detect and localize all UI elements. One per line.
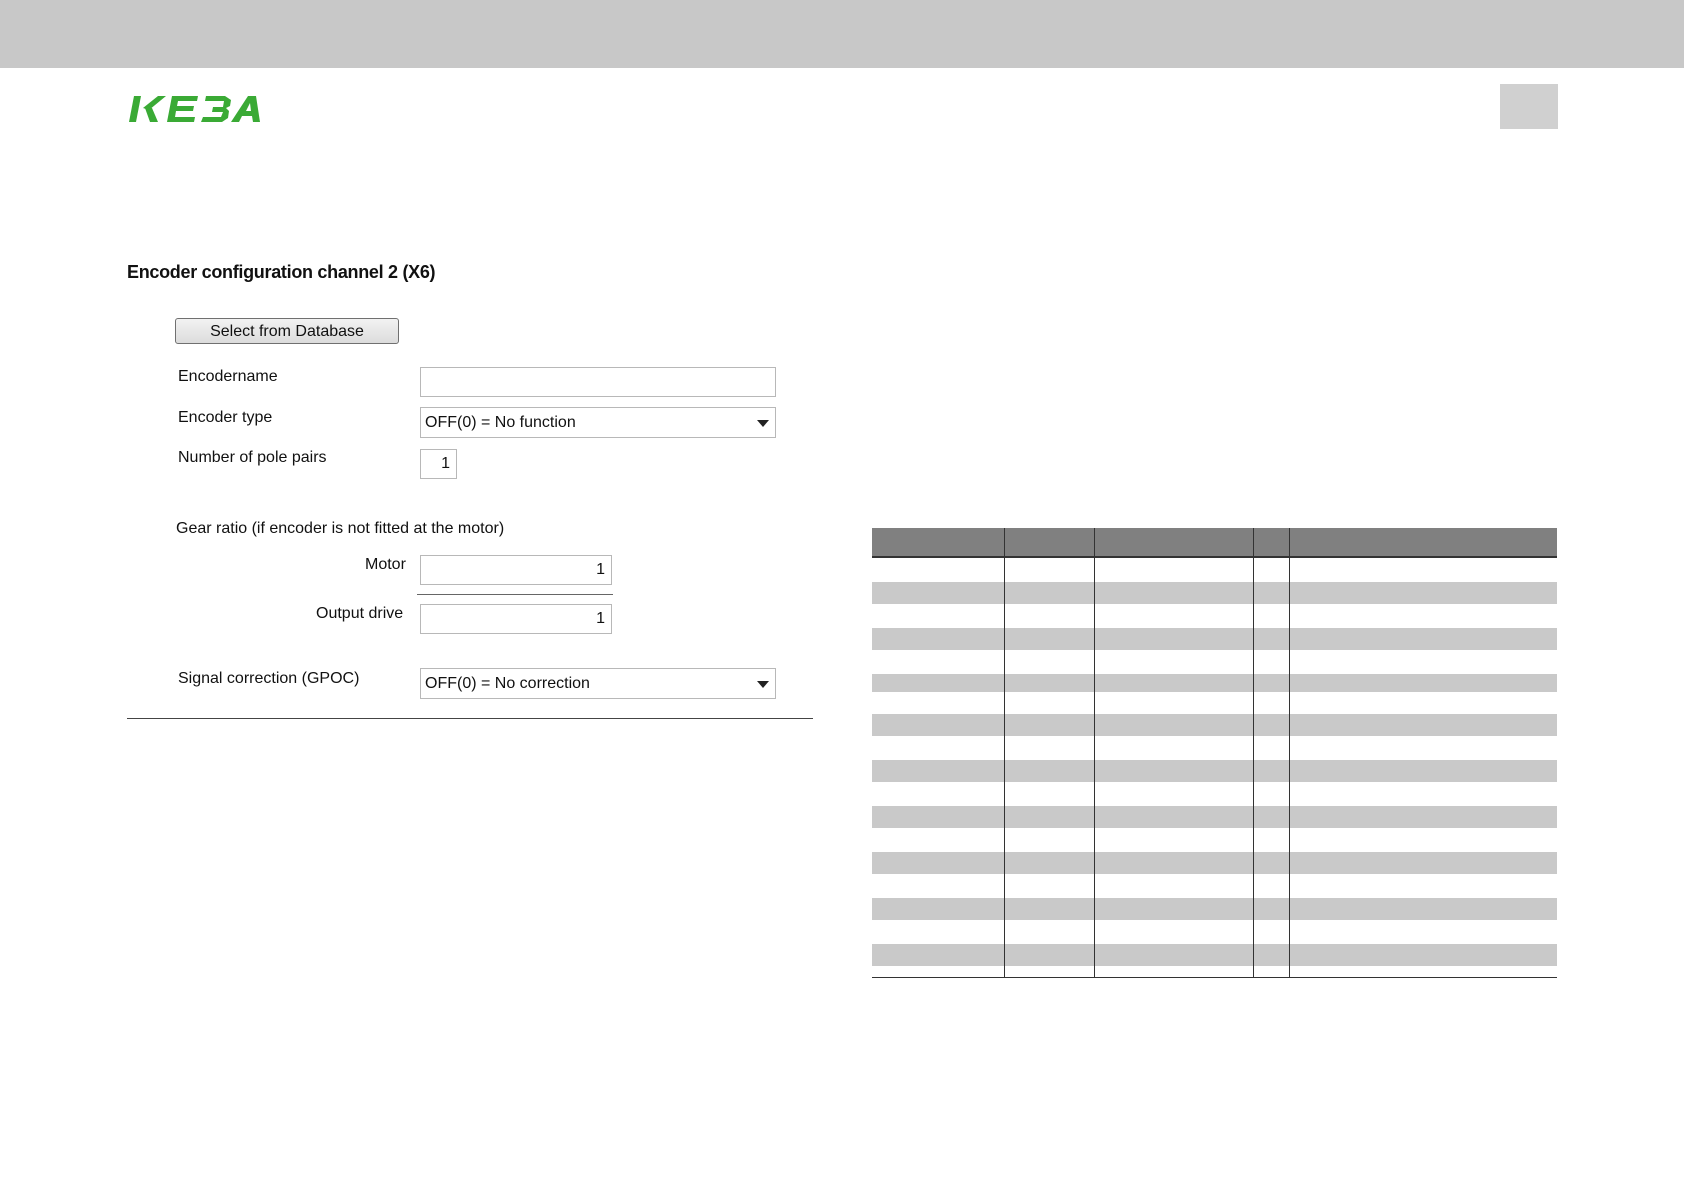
table-row bbox=[872, 628, 1557, 650]
signal-correction-label: Signal correction (GPOC) bbox=[178, 670, 360, 687]
page-number-box bbox=[1500, 84, 1558, 129]
table-row bbox=[872, 582, 1557, 604]
table-row bbox=[872, 650, 1557, 674]
table-row bbox=[872, 898, 1557, 920]
table-row bbox=[872, 760, 1557, 782]
encoder-type-value: OFF(0) = No function bbox=[425, 414, 576, 431]
table-row bbox=[872, 604, 1557, 628]
chevron-down-icon[interactable] bbox=[757, 681, 769, 688]
encodername-label: Encodername bbox=[178, 368, 278, 385]
table-row bbox=[872, 736, 1557, 760]
table-row bbox=[872, 966, 1557, 1010]
table-column-divider bbox=[1094, 528, 1095, 978]
encoder-config-panel: Encoder configuration channel 2 (X6) Sel… bbox=[127, 260, 813, 720]
select-from-database-button[interactable]: Select from Database bbox=[175, 318, 399, 344]
section-heading: Encoder configuration channel 2 (X6) bbox=[127, 262, 436, 282]
output-drive-label: Output drive bbox=[316, 605, 404, 622]
table-row bbox=[872, 828, 1557, 852]
table-column-divider bbox=[1004, 528, 1005, 978]
encoder-type-select[interactable]: OFF(0) = No function bbox=[420, 407, 776, 438]
table-column-divider bbox=[1253, 528, 1254, 978]
motor-field[interactable]: 1 bbox=[420, 555, 612, 585]
motor-label: Motor bbox=[365, 556, 406, 573]
gear-ratio-divider bbox=[417, 594, 613, 595]
signal-correction-value: OFF(0) = No correction bbox=[425, 675, 590, 692]
table-row bbox=[872, 806, 1557, 828]
table-row bbox=[872, 920, 1557, 944]
encodername-field[interactable] bbox=[420, 367, 776, 397]
table-bottom-rule bbox=[872, 977, 1557, 978]
table-row bbox=[872, 782, 1557, 806]
signal-correction-select[interactable]: OFF(0) = No correction bbox=[420, 668, 776, 699]
table-header bbox=[872, 528, 1557, 558]
pole-pairs-field[interactable]: 1 bbox=[420, 449, 457, 479]
parameter-table bbox=[872, 528, 1557, 1010]
header-bar bbox=[0, 0, 1684, 68]
table-row bbox=[872, 852, 1557, 874]
gear-ratio-label: Gear ratio (if encoder is not fitted at … bbox=[176, 520, 505, 537]
encoder-type-label: Encoder type bbox=[178, 409, 273, 426]
table-body bbox=[872, 558, 1557, 1010]
panel-divider bbox=[127, 718, 813, 719]
pole-pairs-label: Number of pole pairs bbox=[178, 449, 327, 466]
table-column-divider bbox=[1289, 528, 1290, 978]
table-row bbox=[872, 692, 1557, 714]
table-row bbox=[872, 944, 1557, 966]
table-row bbox=[872, 558, 1557, 582]
table-row bbox=[872, 674, 1557, 692]
table-row bbox=[872, 714, 1557, 736]
keba-logo bbox=[129, 96, 260, 122]
chevron-down-icon[interactable] bbox=[757, 420, 769, 427]
output-drive-field[interactable]: 1 bbox=[420, 604, 612, 634]
table-row bbox=[872, 874, 1557, 898]
